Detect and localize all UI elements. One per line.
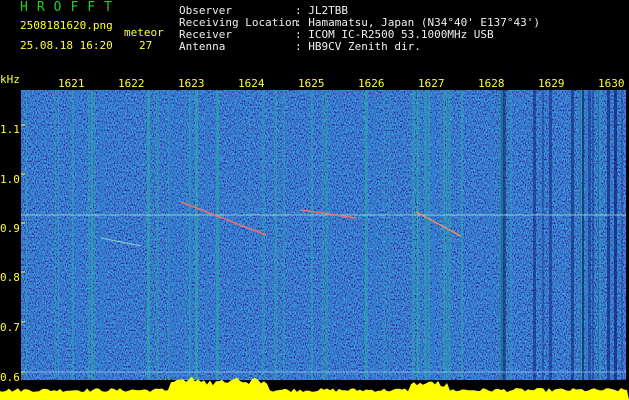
- noise-streak: [103, 90, 106, 380]
- meteor-count-label: meteor: [124, 26, 164, 39]
- noise-streak: [607, 90, 610, 380]
- noise-streak: [505, 90, 506, 380]
- x-tick: 1630: [597, 77, 626, 90]
- noise-streak: [88, 90, 90, 380]
- image-filename: 2508181620.png: [20, 19, 113, 32]
- x-tick: 1622: [117, 77, 146, 90]
- noise-streak: [461, 90, 463, 380]
- waterfall-spectrogram: [21, 90, 626, 380]
- antenna-label: Antenna: [179, 40, 226, 53]
- noise-streak: [169, 90, 171, 380]
- x-tick: 1621: [57, 77, 86, 90]
- y-tick: 0.8: [0, 271, 20, 284]
- noise-streak: [424, 90, 426, 380]
- noise-streak: [190, 90, 192, 380]
- noise-streak: [541, 90, 542, 380]
- noise-streak: [55, 90, 56, 380]
- meteor-count-value: 27: [139, 39, 153, 52]
- noise-streak: [446, 90, 447, 380]
- noise-streak: [147, 90, 150, 380]
- noise-streak: [274, 90, 276, 380]
- noise-streak: [133, 90, 134, 380]
- noise-streak: [26, 90, 27, 380]
- noise-streak: [156, 90, 159, 380]
- noise-streak: [428, 90, 430, 380]
- x-tick: 1624: [237, 77, 266, 90]
- noise-streak: [417, 90, 420, 380]
- noise-streak: [99, 90, 101, 380]
- noise-streak: [432, 90, 435, 380]
- noise-streak: [276, 90, 277, 380]
- x-tick: 1627: [417, 77, 446, 90]
- noise-streak: [490, 90, 492, 380]
- antenna-value: : HB9CV Zenith dir.: [295, 40, 421, 53]
- noise-streak: [389, 90, 391, 380]
- noise-streak: [621, 90, 623, 380]
- noise-streak: [440, 90, 441, 380]
- noise-streak: [549, 90, 552, 380]
- noise-streak: [504, 90, 505, 380]
- noise-streak: [249, 90, 250, 380]
- noise-streak: [426, 90, 427, 380]
- noise-streak: [500, 90, 503, 380]
- x-tick: 1625: [297, 77, 326, 90]
- x-tick: 1628: [477, 77, 506, 90]
- noise-streak: [174, 90, 176, 380]
- noise-streak: [325, 90, 328, 380]
- signal-level-floor: [0, 376, 629, 400]
- noise-streak: [571, 90, 574, 380]
- noise-streak: [216, 90, 219, 380]
- noise-streak: [91, 90, 93, 380]
- noise-streak: [236, 90, 239, 380]
- noise-streak: [178, 90, 179, 380]
- noise-streak: [614, 90, 617, 380]
- noise-streak: [412, 90, 415, 380]
- signal-level-fill: [0, 376, 629, 400]
- noise-streak: [443, 90, 445, 380]
- x-tick: 1629: [537, 77, 566, 90]
- x-axis-time-ticks: 1621 1622 1623 1624 1625 1626 1627 1628 …: [0, 78, 629, 90]
- noise-streak: [483, 90, 484, 380]
- noise-streak: [116, 90, 117, 380]
- y-tick: 0.7: [0, 321, 20, 334]
- header-panel: HROFFT 2508181620.png 25.08.18 16:20 met…: [0, 0, 629, 78]
- noise-streak: [94, 90, 95, 380]
- noise-streak: [582, 90, 584, 380]
- noise-streak: [338, 90, 341, 380]
- noise-streak: [184, 90, 185, 380]
- noise-streak: [383, 90, 385, 380]
- noise-streak: [72, 90, 74, 380]
- noise-streak: [311, 90, 313, 380]
- app-logo: HROFFT: [20, 0, 121, 15]
- noise-streak: [68, 90, 69, 380]
- y-tick: 1.0: [0, 173, 20, 186]
- x-tick: 1626: [357, 77, 386, 90]
- noise-streak: [205, 90, 208, 380]
- noise-streak: [448, 90, 451, 380]
- noise-streak: [580, 90, 582, 380]
- noise-streak: [533, 90, 536, 380]
- noise-streak: [373, 90, 376, 380]
- noise-streak: [510, 90, 512, 380]
- noise-streak: [320, 90, 321, 380]
- noise-streak: [592, 90, 594, 380]
- noise-streak: [40, 90, 43, 380]
- noise-streak: [588, 90, 591, 380]
- noise-streak: [330, 90, 332, 380]
- noise-streak: [585, 90, 588, 380]
- noise-streak: [195, 90, 198, 380]
- y-tick: 1.1: [0, 123, 20, 136]
- noise-streak: [283, 90, 285, 380]
- noise-streak: [76, 90, 79, 380]
- noise-streak: [185, 90, 186, 380]
- noise-streak: [322, 90, 324, 380]
- image-datetime: 25.08.18 16:20: [20, 39, 113, 52]
- noise-streak: [542, 90, 544, 380]
- y-tick: 0.9: [0, 222, 20, 235]
- noise-streak: [58, 90, 59, 380]
- noise-streak: [598, 90, 601, 380]
- noise-streak: [365, 90, 366, 380]
- x-tick: 1623: [177, 77, 206, 90]
